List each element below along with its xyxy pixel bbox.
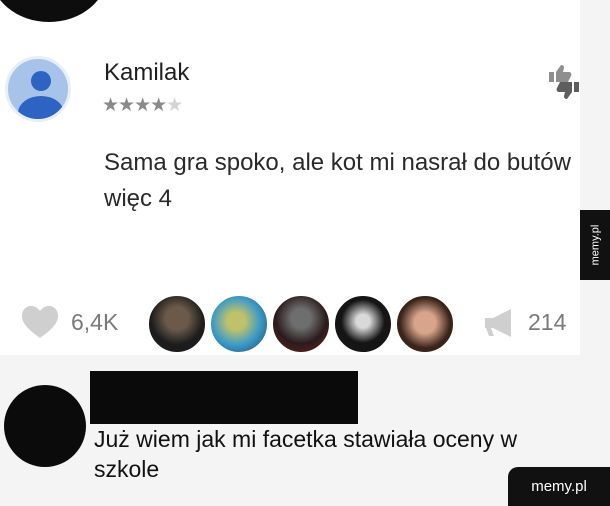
share-count: 214: [528, 309, 567, 335]
star-rating: ★★★★★: [102, 94, 183, 117]
stars-filled: ★★★★: [102, 95, 167, 116]
reply-text: Już wiem jak mi facetka stawiała oceny w…: [94, 426, 518, 482]
review-author[interactable]: Kamilak: [104, 59, 189, 87]
default-avatar-icon[interactable]: [5, 56, 71, 122]
review-text: Sama gra spoko, ale kot mi nasrał do but…: [104, 149, 571, 212]
reactor-avatar[interactable]: [271, 294, 331, 354]
reactor-avatar[interactable]: [147, 294, 207, 354]
redacted-username: [90, 371, 358, 424]
megaphone-icon[interactable]: [483, 308, 517, 338]
reactor-avatar[interactable]: [333, 294, 393, 354]
stars-empty: ★: [166, 95, 183, 116]
redacted-avatar-top: [0, 0, 108, 22]
review-card: Kamilak ★★★★★ Sama gra spoko, ale kot mi…: [0, 0, 580, 355]
reactor-avatar[interactable]: [395, 294, 455, 354]
corner-watermark[interactable]: memy.pl: [508, 467, 610, 506]
reaction-bar: 6,4K 214: [22, 294, 582, 358]
side-watermark: memy.pl: [580, 210, 610, 280]
reactor-avatar[interactable]: [209, 294, 269, 354]
redacted-avatar: [4, 385, 86, 467]
like-count: 6,4K: [71, 309, 119, 335]
heart-icon[interactable]: [22, 306, 58, 340]
thumbs-up-down-icon[interactable]: [546, 62, 582, 102]
